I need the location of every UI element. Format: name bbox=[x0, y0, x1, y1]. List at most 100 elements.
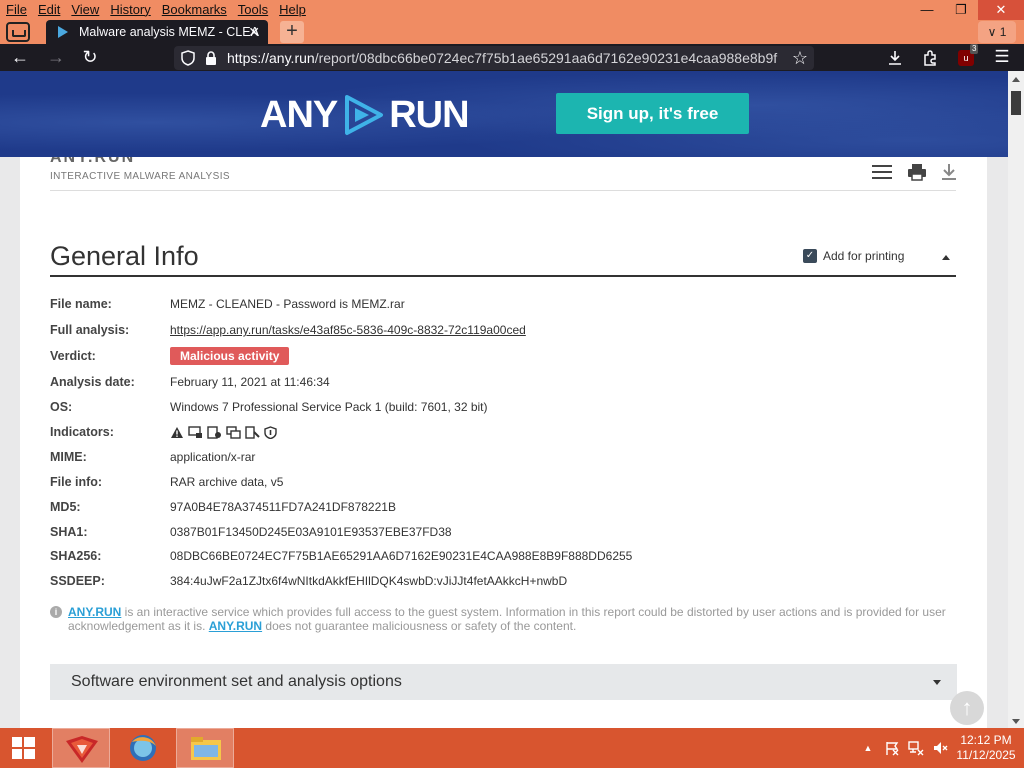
play-logo-icon bbox=[345, 95, 384, 135]
section-title: Software environment set and analysis op… bbox=[71, 673, 402, 690]
info-row-mime: MIME: application/x-rar bbox=[50, 447, 255, 467]
expand-caret-icon[interactable] bbox=[933, 680, 941, 685]
anyrun-app-icon bbox=[66, 736, 98, 763]
checkbox-checked-icon[interactable]: ✓ bbox=[803, 249, 817, 263]
bookmark-star-icon[interactable]: ☆ bbox=[792, 46, 808, 70]
taskbar-app-explorer[interactable] bbox=[176, 728, 234, 768]
tab-strip: Malware analysis MEMZ - CLEA ✕ + ∨ 1 bbox=[0, 20, 1024, 44]
info-key: SSDEEP: bbox=[50, 574, 105, 588]
signup-button[interactable]: Sign up, it's free bbox=[556, 93, 749, 134]
info-row-full-analysis: Full analysis: https://app.any.run/tasks… bbox=[50, 320, 526, 340]
system-tray: ▲ 12:12 PM 11/12/2025 bbox=[860, 728, 1024, 768]
info-key: Indicators: bbox=[50, 425, 114, 439]
downloads-icon[interactable] bbox=[886, 49, 904, 67]
menu-view[interactable]: View bbox=[65, 0, 104, 20]
menu-history[interactable]: History bbox=[104, 0, 155, 20]
network-icon[interactable] bbox=[908, 740, 924, 756]
anyrun-favicon-icon bbox=[58, 26, 68, 38]
info-value: 97A0B4E78A374511FD7A241DF878221B bbox=[170, 500, 396, 514]
download-report-icon[interactable] bbox=[941, 163, 957, 181]
url-bar[interactable]: https://any.run/report/08dbc66be0724ec7f… bbox=[174, 46, 814, 70]
page-scrollbar[interactable] bbox=[1008, 71, 1024, 728]
header-divider bbox=[50, 190, 956, 191]
logo-text-any: ANY bbox=[260, 93, 338, 136]
info-row-filename: File name: MEMZ - CLEANED - Password is … bbox=[50, 294, 405, 314]
menu-help[interactable]: Help bbox=[273, 0, 311, 20]
general-info-divider bbox=[50, 275, 956, 277]
add-for-printing-toggle[interactable]: ✓ Add for printing bbox=[803, 249, 904, 263]
warning-icon[interactable] bbox=[170, 426, 184, 439]
firefox-view-icon[interactable] bbox=[6, 22, 30, 42]
anyrun-link[interactable]: ANY.RUN bbox=[209, 619, 262, 633]
taskbar-clock[interactable]: 12:12 PM 11/12/2025 bbox=[948, 733, 1024, 763]
back-button[interactable]: ← bbox=[8, 46, 32, 70]
tab-title: Malware analysis MEMZ - CLEA bbox=[79, 25, 259, 39]
verdict-badge: Malicious activity bbox=[170, 347, 290, 365]
extensions-icon[interactable] bbox=[921, 49, 939, 67]
info-row-os: OS: Windows 7 Professional Service Pack … bbox=[50, 397, 488, 417]
print-icon[interactable] bbox=[907, 163, 927, 181]
software-environment-section-header[interactable]: Software environment set and analysis op… bbox=[50, 664, 957, 700]
full-analysis-link[interactable]: https://app.any.run/tasks/e43af85c-5836-… bbox=[170, 323, 526, 337]
info-value: application/x-rar bbox=[170, 450, 256, 464]
list-all-tabs-button[interactable]: ∨ 1 bbox=[978, 21, 1016, 43]
menu-bookmarks[interactable]: Bookmarks bbox=[156, 0, 232, 20]
new-tab-button[interactable]: + bbox=[280, 21, 304, 43]
windows-icon[interactable] bbox=[226, 425, 241, 439]
info-key: Full analysis: bbox=[50, 323, 130, 337]
url-text: https://any.run/report/08dbc66be0724ec7f… bbox=[227, 50, 778, 66]
volume-muted-icon[interactable] bbox=[932, 740, 948, 756]
anyrun-promo-banner: ANY RUN Sign up, it's free bbox=[0, 71, 1008, 157]
tab-count: 1 bbox=[999, 25, 1007, 39]
clock-time: 12:12 PM bbox=[960, 733, 1012, 747]
info-key: MIME: bbox=[50, 450, 87, 464]
action-center-flag-icon[interactable] bbox=[884, 740, 900, 756]
page-viewport: ANY.RUN INTERACTIVE MALWARE ANALYSIS Gen… bbox=[0, 71, 1008, 728]
info-icon: i bbox=[50, 606, 62, 618]
executable-icon[interactable] bbox=[188, 425, 203, 439]
windows-start-icon[interactable] bbox=[0, 728, 48, 768]
disclaimer-text-2: does not guarantee maliciousness or safe… bbox=[262, 619, 577, 633]
info-row-md5: MD5: 97A0B4E78A374511FD7A241DF878221B bbox=[50, 497, 396, 517]
info-value: 384:4uJwF2a1ZJtx6f4wNItkdAkkfEHIlDQK4swb… bbox=[170, 574, 568, 588]
taskbar-app-firefox[interactable] bbox=[114, 728, 172, 768]
menu-file[interactable]: File bbox=[0, 0, 32, 20]
anyrun-logo[interactable]: ANY RUN bbox=[260, 93, 470, 137]
close-window-button[interactable]: ✕ bbox=[978, 0, 1024, 20]
info-value: 08DBC66BE0724EC7F75B1AE65291AA6D7162E902… bbox=[170, 549, 633, 563]
navigation-toolbar: ← → ↻ https://any.run/report/08dbc66be07… bbox=[0, 44, 1024, 71]
scroll-down-arrow-icon[interactable] bbox=[1012, 719, 1020, 724]
info-value: MEMZ - CLEANED - Password is MEMZ.rar bbox=[170, 297, 405, 311]
menu-edit[interactable]: Edit bbox=[32, 0, 65, 20]
reload-button[interactable]: ↻ bbox=[78, 46, 102, 70]
menu-lines-icon[interactable] bbox=[871, 163, 893, 181]
restore-button[interactable]: ❐ bbox=[944, 0, 978, 20]
info-row-verdict: Verdict: Malicious activity bbox=[50, 346, 290, 366]
forward-button[interactable]: → bbox=[44, 46, 68, 70]
info-key: MD5: bbox=[50, 500, 81, 514]
collapse-caret-icon[interactable] bbox=[942, 255, 950, 260]
tab-malware-analysis[interactable]: Malware analysis MEMZ - CLEA ✕ bbox=[46, 20, 268, 44]
scroll-up-arrow-icon[interactable] bbox=[1012, 77, 1020, 82]
minimize-button[interactable]: — bbox=[910, 0, 944, 20]
taskbar-app-anyrun[interactable] bbox=[52, 728, 110, 768]
file-modification-icon[interactable] bbox=[245, 425, 260, 439]
general-info-title: General Info bbox=[50, 241, 199, 271]
info-key: SHA256: bbox=[50, 549, 102, 563]
process-icon[interactable] bbox=[207, 425, 222, 439]
tab-close-icon[interactable]: ✕ bbox=[248, 20, 260, 44]
shield-icon[interactable] bbox=[264, 425, 277, 439]
hamburger-menu-icon[interactable]: ☰ bbox=[990, 46, 1014, 70]
indicator-icons bbox=[170, 425, 277, 439]
tray-overflow-icon[interactable]: ▲ bbox=[860, 743, 876, 753]
menu-tools[interactable]: Tools bbox=[232, 0, 273, 20]
tracking-protection-icon[interactable] bbox=[180, 50, 196, 66]
lock-icon[interactable] bbox=[204, 50, 218, 66]
info-row-file-info: File info: RAR archive data, v5 bbox=[50, 472, 283, 492]
anyrun-link[interactable]: ANY.RUN bbox=[68, 605, 121, 619]
clock-date: 11/12/2025 bbox=[956, 748, 1016, 762]
scrollbar-thumb[interactable] bbox=[1011, 91, 1021, 115]
scroll-to-top-button[interactable]: ↑ bbox=[950, 691, 984, 725]
ublock-origin-icon[interactable]: u3 bbox=[958, 44, 979, 66]
info-row-analysis-date: Analysis date: February 11, 2021 at 11:4… bbox=[50, 372, 330, 392]
